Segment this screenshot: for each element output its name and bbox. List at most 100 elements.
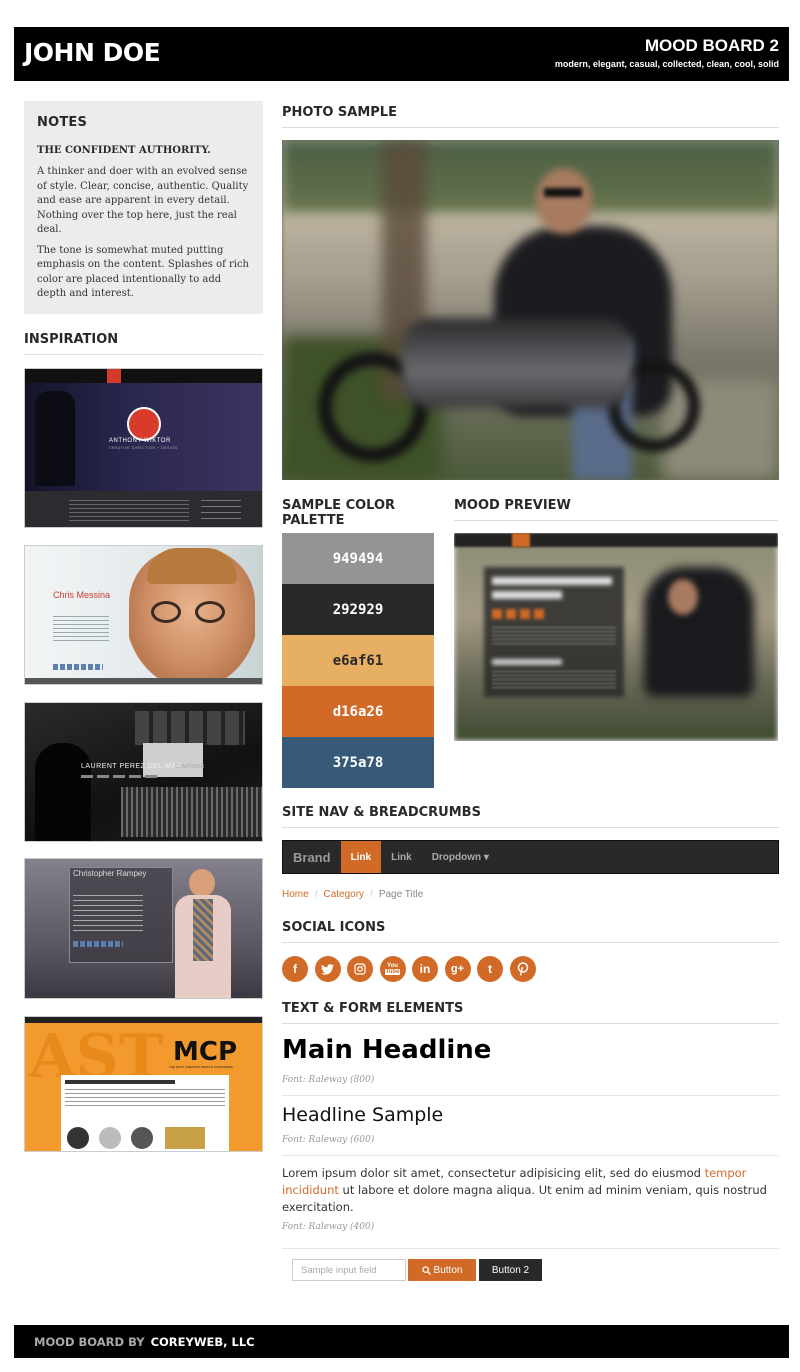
notes-panel: NOTES THE CONFIDENT AUTHORITY. A thinker…	[24, 101, 263, 314]
mood-board-title: MOOD BOARD 2	[644, 36, 779, 55]
footer-label: MOOD BOARD BY	[34, 1334, 145, 1349]
main-headline-font-note: Font: Raleway (800)	[282, 1075, 375, 1085]
photo-sample-image	[282, 140, 779, 480]
navbar-brand[interactable]: Brand	[283, 841, 341, 873]
photo-motorcycle-body	[402, 318, 632, 408]
swatch-dark: 292929	[282, 584, 434, 635]
youtube-icon[interactable]: You Tube	[379, 956, 406, 982]
twitter-icon[interactable]	[314, 956, 341, 982]
site-header: JOHN DOE MOOD BOARD 2 modern, elegant, c…	[14, 27, 789, 81]
client-name: JOHN DOE	[24, 38, 161, 67]
thumb-text-lines	[53, 616, 109, 644]
divider	[282, 1095, 779, 1096]
breadcrumb-separator: /	[314, 889, 318, 900]
thumb-3-sub: COMPOSER	[175, 764, 205, 770]
sample-navbar: Brand Link Link Dropdown ▾	[282, 840, 779, 874]
inspiration-thumb-1[interactable]: ANTHONY WIKTOR CREATIVE DIRECTION + DESI…	[24, 368, 263, 528]
footer-company[interactable]: COREYWEB, LLC	[151, 1335, 255, 1349]
inspiration-heading: INSPIRATION	[24, 332, 263, 355]
secondary-button[interactable]: Button 2	[479, 1259, 542, 1281]
thumb-avatar-2	[99, 1127, 121, 1149]
color-palette-heading: SAMPLE COLOR PALETTE	[282, 498, 434, 536]
thumb-head	[189, 869, 215, 897]
swatch-gray: 949494	[282, 533, 434, 584]
preview-social-dots	[492, 609, 546, 619]
thumb-magazine	[165, 1127, 205, 1149]
main-headline: Main Headline	[282, 1035, 492, 1065]
form-row: Button Button 2	[292, 1259, 542, 1281]
navbar-dropdown[interactable]: Dropdown ▾	[422, 841, 499, 873]
preview-rider	[644, 567, 754, 697]
notes-paragraph-1: A thinker and doer with an evolved sense…	[37, 166, 249, 235]
tumblr-icon[interactable]: t	[477, 956, 503, 982]
thumb-nav-links	[81, 775, 161, 778]
thumb-speakers	[135, 711, 245, 745]
social-icons-row: f You Tube in g+ t	[282, 956, 542, 982]
thumb-avatar-3	[131, 1127, 153, 1149]
instagram-icon[interactable]	[347, 956, 373, 982]
thumb-avatar-1	[67, 1127, 89, 1149]
mood-preview-image	[454, 533, 778, 741]
preview-text-lines-2	[492, 671, 616, 689]
inspiration-thumb-2[interactable]: Chris Messina	[24, 545, 263, 685]
thumb-console	[121, 787, 262, 837]
thumb-nav-active	[107, 369, 121, 383]
thumb-text-lines	[73, 895, 143, 935]
inspiration-thumb-5[interactable]: AST MCP THE MOST CREATIVE PEOPLE IN BUSI…	[24, 1016, 263, 1152]
breadcrumb: Home / Category / Page Title	[282, 889, 423, 900]
thumb-nav-bar	[25, 369, 262, 383]
mood-preview-heading: MOOD PREVIEW	[454, 498, 778, 521]
site-footer: MOOD BOARD BY COREYWEB, LLC	[14, 1325, 789, 1358]
headline-sample-font-note: Font: Raleway (600)	[282, 1135, 375, 1145]
navbar-link-active[interactable]: Link	[340, 841, 382, 873]
body-font-note: Font: Raleway (400)	[282, 1222, 375, 1232]
thumb-1-name: ANTHONY WIKTOR	[109, 438, 171, 444]
color-palette: 949494 292929 e6af61 d16a26 375a78	[282, 533, 434, 788]
search-icon	[421, 1265, 431, 1275]
preview-title-line-1	[492, 577, 612, 585]
swatch-orange: d16a26	[282, 686, 434, 737]
divider	[282, 1155, 779, 1156]
linkedin-icon[interactable]: in	[412, 956, 438, 982]
photo-sunglasses	[544, 188, 582, 197]
thumb-2-name: Chris Messina	[53, 590, 111, 600]
breadcrumb-home[interactable]: Home	[282, 889, 309, 900]
thumb-headline-bar	[65, 1080, 175, 1084]
thumb-5-sub: THE MOST CREATIVE PEOPLE IN BUSINESS	[169, 1065, 233, 1069]
thumb-social-row	[73, 941, 123, 947]
body-text-end: ut labore et dolore magna aliqua. Ut eni…	[282, 1183, 767, 1214]
divider	[282, 1248, 779, 1249]
thumb-4-name: Christopher Rampey	[73, 869, 147, 878]
photo-rider-head	[536, 168, 592, 234]
inspiration-thumb-3[interactable]: LAURENT PEREZ DEL MAR COMPOSER	[24, 702, 263, 842]
breadcrumb-category[interactable]: Category	[323, 889, 364, 900]
thumb-1-sub: CREATIVE DIRECTION + DESIGN	[109, 446, 178, 450]
inspiration-thumb-4[interactable]: Christopher Rampey	[24, 858, 263, 999]
preview-nav-active	[512, 533, 530, 547]
social-icons-heading: SOCIAL ICONS	[282, 920, 779, 943]
preview-title-line-2	[492, 591, 562, 599]
site-nav-heading: SITE NAV & BREADCRUMBS	[282, 805, 779, 828]
thumb-text-lines	[69, 500, 189, 522]
thumb-figure	[35, 743, 91, 841]
notes-title: NOTES	[37, 115, 88, 130]
pinterest-icon[interactable]	[509, 956, 536, 982]
breadcrumb-current: Page Title	[378, 889, 424, 900]
navbar-link[interactable]: Link	[381, 841, 422, 873]
thumb-glasses-right	[195, 601, 225, 623]
search-button[interactable]: Button	[408, 1259, 476, 1281]
mood-keywords: modern, elegant, casual, collected, clea…	[554, 59, 779, 69]
google-plus-icon[interactable]: g+	[444, 956, 471, 982]
body-paragraph: Lorem ipsum dolor sit amet, consectetur …	[282, 1165, 779, 1216]
thumb-scarf	[193, 899, 213, 961]
body-text-start: Lorem ipsum dolor sit amet, consectetur …	[282, 1166, 705, 1180]
thumb-social-row	[53, 664, 103, 670]
facebook-icon[interactable]: f	[282, 956, 308, 982]
text-form-heading: TEXT & FORM ELEMENTS	[282, 1001, 779, 1024]
thumb-hair	[147, 548, 237, 584]
preview-text-lines	[492, 627, 616, 647]
thumb-3-name: LAURENT PEREZ DEL MAR	[81, 763, 183, 770]
thumb-side-links	[201, 500, 241, 522]
sample-input-field[interactable]	[292, 1259, 406, 1281]
thumb-figure	[35, 391, 75, 486]
